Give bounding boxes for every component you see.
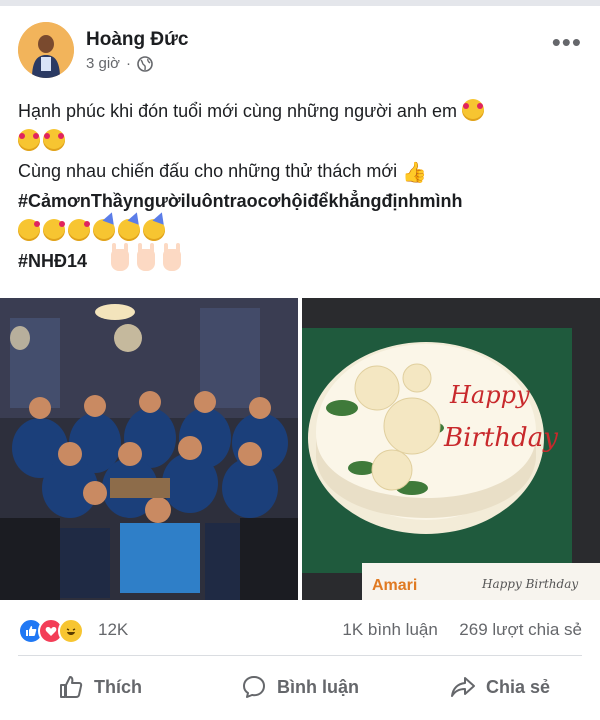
post-text: Hạnh phúc khi đón tuổi mới cùng những ng… <box>18 98 582 278</box>
post-time[interactable]: 3 giờ <box>86 55 120 72</box>
kissing-face-emoji-icon <box>68 219 90 241</box>
cake-brand-text: Amari <box>372 577 417 594</box>
share-count[interactable]: 269 lượt chia sẻ <box>459 620 582 639</box>
stats-divider <box>18 655 582 656</box>
post-line-2: Cùng nhau chiến đấu cho những thử thách … <box>18 158 582 188</box>
smiling-hearts-emoji-icon <box>462 99 484 121</box>
rock-hand-emoji-icon <box>163 243 182 271</box>
hashtag-1[interactable]: #CảmơnThầyngườiluôntraocơhộiđểkhẳngđịnhm… <box>18 188 582 218</box>
comments-shares: 1K bình luận 269 lượt chia sẻ <box>342 620 582 640</box>
party-face-emoji-icon <box>93 210 118 241</box>
smiling-hearts-emoji-icon <box>43 129 65 151</box>
post-line-2-text: Cùng nhau chiến đấu cho những thử thách … <box>18 161 398 181</box>
hashtag-2-text[interactable]: #NHĐ14 <box>18 251 87 271</box>
smiling-hearts-emoji-icon <box>18 129 40 151</box>
action-bar: Thích Bình luận Chia sẻ <box>0 662 600 712</box>
comment-count[interactable]: 1K bình luận <box>342 620 437 639</box>
share-button[interactable]: Chia sẻ <box>400 662 600 712</box>
rock-hand-emoji-icon <box>137 243 156 271</box>
birthday-cake-photo[interactable]: Happy Birthday Amari Happy Birthday <box>302 298 600 600</box>
comment-icon <box>243 676 265 698</box>
reaction-count[interactable]: 12K <box>98 620 128 640</box>
author-name[interactable]: Hoàng Đức <box>86 29 188 51</box>
party-face-emoji-icon <box>118 210 143 241</box>
comment-label: Bình luận <box>277 676 359 697</box>
post-header: Hoàng Đức 3 giờ · ••• <box>18 22 582 82</box>
hashtag-1-text[interactable]: #CảmơnThầyngườiluôntraocơhộiđểkhẳngđịnhm… <box>18 191 462 211</box>
party-face-emoji-icon <box>143 210 168 241</box>
hashtag-2[interactable]: #NHĐ14 <box>18 243 582 278</box>
cake-card-text: Happy Birthday <box>481 577 578 591</box>
cake-happy-text: Happy <box>449 381 530 409</box>
post-stats: 12K 1K bình luận 269 lượt chia sẻ <box>18 614 582 646</box>
reaction-icons[interactable] <box>18 618 84 644</box>
kissing-face-emoji-icon <box>43 219 65 241</box>
thumbs-up-icon <box>60 676 83 698</box>
avatar-icon <box>18 22 74 78</box>
team-photo[interactable] <box>0 298 298 600</box>
kissing-face-emoji-icon <box>18 219 40 241</box>
comment-button[interactable]: Bình luận <box>200 662 400 712</box>
more-options-icon[interactable]: ••• <box>552 29 582 55</box>
post-line-emoji-2 <box>18 210 582 248</box>
post-line-1-text: Hạnh phúc khi đón tuổi mới cùng những ng… <box>18 101 457 121</box>
thumbs-up-emoji-icon: 👍 <box>402 162 428 184</box>
haha-reaction-icon <box>58 618 84 644</box>
globe-icon[interactable] <box>137 55 153 72</box>
cake-birthday-text: Birthday <box>443 423 558 453</box>
post-line-emoji <box>18 128 582 158</box>
like-button[interactable]: Thích <box>0 662 200 712</box>
post-line-1: Hạnh phúc khi đón tuổi mới cùng những ng… <box>18 98 582 128</box>
share-icon <box>450 677 475 697</box>
rock-hand-emoji-icon <box>111 243 130 271</box>
meta-separator: · <box>126 55 132 72</box>
like-label: Thích <box>94 676 142 697</box>
share-label: Chia sẻ <box>485 676 551 697</box>
top-bar <box>0 0 600 6</box>
post-meta: 3 giờ · <box>86 55 153 72</box>
avatar[interactable] <box>18 22 74 78</box>
